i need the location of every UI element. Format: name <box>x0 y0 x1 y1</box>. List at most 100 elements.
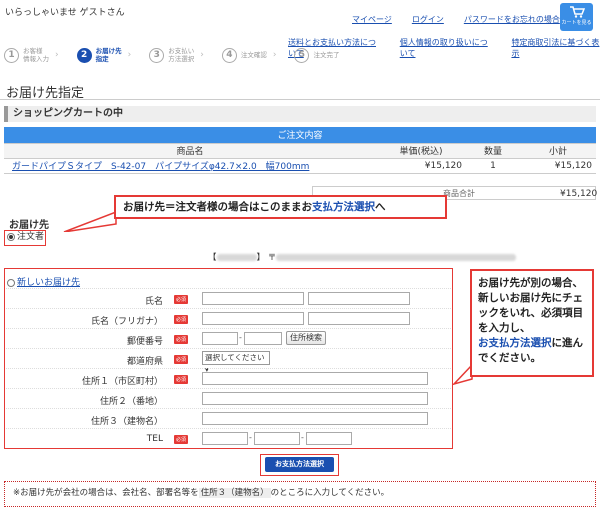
zip-search-button[interactable]: 住所検索 <box>286 331 326 345</box>
chevron-right-icon: › <box>55 50 59 60</box>
orderer-bracket: 【 <box>208 253 217 263</box>
orderer-option[interactable]: 注文者 <box>4 230 46 246</box>
new-address-callout: お届け先が別の場合、新しいお届け先にチェックをいれ、必須項目を入力し、 お支払方… <box>470 269 594 377</box>
name-row: 氏名 必須 <box>6 288 451 308</box>
step-number: 1 <box>4 47 19 63</box>
mypage-link[interactable]: マイページ <box>352 14 392 25</box>
step-customer-info: 1 お客様 情報入力 › <box>4 47 63 63</box>
tel1-input[interactable] <box>202 432 248 445</box>
notice-text: ※お届け先が会社の場合は、会社名、部署名等を <box>13 488 199 498</box>
table-row: ガードパイプＳタイプ S-42-07 パイプサイズφ42.7×2.0 幅700m… <box>4 158 596 174</box>
callout-text: へ <box>375 201 386 213</box>
privacy-link[interactable]: 個人情報の取り扱いについて <box>400 37 496 59</box>
item-price: ¥15,120 <box>376 158 466 174</box>
tel2-input[interactable] <box>254 432 300 445</box>
view-cart-button[interactable]: カートを見る <box>560 3 593 31</box>
forgot-password-link[interactable]: パスワードをお忘れの場合 <box>464 14 560 25</box>
field-label: 郵便番号 <box>126 337 163 347</box>
last-name-input[interactable] <box>202 292 304 305</box>
kana-row: 氏名（フリガナ） 必須 <box>6 308 451 328</box>
addr2-row: 住所２（番地） <box>6 388 451 408</box>
required-badge: 必須 <box>174 295 189 304</box>
cart-icon <box>569 6 585 18</box>
step-payment: 3 お支払い 方法選択 › <box>149 47 208 63</box>
new-address-option[interactable]: 新しいお届け先 <box>7 275 80 288</box>
zip2-input[interactable] <box>244 332 282 345</box>
step-number: 2 <box>76 47 92 63</box>
total-value: ¥15,120 <box>560 189 598 199</box>
step-number: 4 <box>221 47 237 63</box>
step-label: 注文完了 <box>313 51 340 59</box>
last-name-kana-input[interactable] <box>202 312 304 325</box>
notice-emphasis: 住所３（建物名） <box>198 488 271 498</box>
field-label: 氏名（フリガナ） <box>90 317 163 327</box>
first-name-input[interactable] <box>308 292 410 305</box>
cart-table: ご注文内容 商品名 単価(税込) 数量 小計 ガードパイプＳタイプ S-42-0… <box>4 127 596 174</box>
callout-pointer <box>63 212 117 232</box>
order-content-bar: ご注文内容 <box>4 127 596 144</box>
callout-link-text: お支払方法選択 <box>478 337 552 349</box>
field-label: 住所１（市区町村） <box>81 377 163 387</box>
item-subtotal: ¥15,120 <box>520 158 596 174</box>
company-address-notice: ※お届け先が会社の場合は、会社名、部署名等を 住所３（建物名） のところに入力してく… <box>4 481 596 507</box>
first-name-kana-input[interactable] <box>308 312 410 325</box>
new-address-label: 新しいお届け先 <box>17 278 81 288</box>
dash: - <box>239 333 242 342</box>
col-qty: 数量 <box>466 143 520 159</box>
required-badge: 必須 <box>174 435 189 444</box>
payment-method-button[interactable]: お支払方法選択 <box>265 457 334 472</box>
cart-section-title: ショッピングカートの中 <box>4 106 596 122</box>
top-links: マイページ ログイン パスワードをお忘れの場合 <box>352 14 560 25</box>
zip-row: 郵便番号 必須 - 住所検索 <box>6 328 451 348</box>
prefecture-select[interactable]: 選択してください ▾ <box>202 351 270 374</box>
address3-input[interactable] <box>202 412 428 425</box>
step-confirm: 4 注文確認 › <box>221 47 281 63</box>
addr3-row: 住所３（建物名） <box>6 408 451 428</box>
field-label: 住所２（番地） <box>99 397 163 407</box>
orderer-zip-mark: 】 〒 <box>256 253 277 263</box>
required-badge: 必須 <box>174 315 189 324</box>
step-number: 5 <box>294 47 310 63</box>
zip1-input[interactable] <box>202 332 238 345</box>
orderer-radio[interactable] <box>7 232 15 241</box>
checkout-steps: 1 お客様 情報入力 › 2 お届け先 指定 › 3 お支払い 方法選択 › 4 注文… <box>4 47 365 63</box>
total-label: 商品合計 <box>443 189 475 198</box>
view-cart-label: カートを見る <box>561 20 592 26</box>
orderer-label: 注文者 <box>17 232 45 242</box>
col-product: 商品名 <box>4 143 376 159</box>
masked-name <box>216 254 257 261</box>
commerce-law-link[interactable]: 特定商取引法に基づく表示 <box>511 37 600 59</box>
field-label: TEL <box>146 434 163 444</box>
login-link[interactable]: ログイン <box>412 14 444 25</box>
col-price: 単価(税込) <box>376 143 466 159</box>
address1-input[interactable] <box>202 372 428 385</box>
callout-text: お届け先＝注文者様の場合はこのままお <box>123 201 312 213</box>
notice-text: のところに入力してください。 <box>270 488 390 498</box>
address2-input[interactable] <box>202 392 428 405</box>
tel3-input[interactable] <box>306 432 352 445</box>
step-complete: 5 注文完了 <box>294 47 351 63</box>
orderer-callout: お届け先＝注文者様の場合はこのままお支払方法選択へ <box>114 195 447 219</box>
product-link[interactable]: ガードパイプＳタイプ S-42-07 パイプサイズφ42.7×2.0 幅700m… <box>12 162 309 172</box>
item-qty: 1 <box>466 158 520 174</box>
chevron-right-icon: › <box>272 50 277 60</box>
required-badge: 必須 <box>174 355 189 364</box>
col-subtotal: 小計 <box>520 143 596 159</box>
masked-address <box>276 254 517 261</box>
orderer-address: 【 】 〒 <box>208 251 517 263</box>
addr1-row: 住所１（市区町村） 必須 <box>6 368 451 388</box>
step-delivery: 2 お届け先 指定 › <box>76 47 136 63</box>
required-badge: 必須 <box>174 335 189 344</box>
new-address-radio[interactable] <box>7 278 15 287</box>
welcome-text: いらっしゃいませ ゲストさん <box>5 8 125 18</box>
pref-row: 都道府県 必須 選択してください ▾ <box>6 348 451 374</box>
dash: - <box>301 433 304 442</box>
required-badge: 必須 <box>174 375 189 384</box>
table-header-row: 商品名 単価(税込) 数量 小計 <box>4 143 596 159</box>
callout-link-text: 支払方法選択 <box>312 201 375 213</box>
step-number: 3 <box>149 47 165 63</box>
delivery-section-title: お届け先 <box>9 220 49 231</box>
field-label: 住所３（建物名） <box>90 417 163 427</box>
callout-text: お届け先が別の場合、新しいお届け先にチェックをいれ、必須項目を入力し、 <box>478 277 584 334</box>
tel-row: TEL 必須 - - <box>6 428 451 448</box>
